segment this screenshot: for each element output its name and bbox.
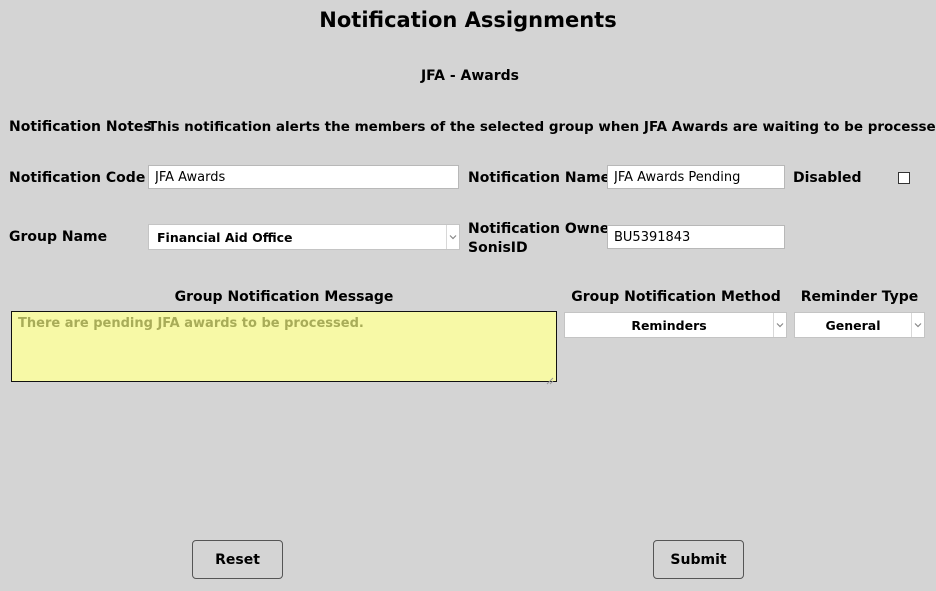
group-name-selected: Financial Aid Office <box>157 229 293 245</box>
reminder-type-selected: General <box>825 317 881 333</box>
group-notification-message-label: Group Notification Message <box>174 289 394 305</box>
chevron-down-icon <box>773 313 786 337</box>
chevron-down-icon <box>446 225 459 249</box>
reminder-type-select[interactable]: General <box>794 312 925 338</box>
chevron-down-icon <box>911 313 924 337</box>
resize-grip-icon[interactable] <box>546 370 554 385</box>
group-notification-method-selected: Reminders <box>631 317 707 333</box>
notification-name-label: Notification Name <box>468 170 611 186</box>
notification-code-field[interactable] <box>148 165 459 189</box>
notification-owner-label-line2: SonisID <box>468 240 528 256</box>
disabled-checkbox[interactable] <box>898 172 910 184</box>
group-notification-method-select[interactable]: Reminders <box>564 312 787 338</box>
disabled-label: Disabled <box>793 170 862 186</box>
page-subtitle: JFA - Awards <box>420 68 520 84</box>
submit-button[interactable]: Submit <box>653 540 744 579</box>
notification-name-field[interactable] <box>607 165 785 189</box>
notification-notes-text: This notification alerts the members of … <box>148 119 936 135</box>
reminder-type-label: Reminder Type <box>800 289 919 305</box>
notification-owner-label-line1: Notification Owner <box>468 221 617 237</box>
notification-notes-label: Notification Notes <box>9 119 152 135</box>
page-title: Notification Assignments <box>319 8 617 32</box>
notification-code-label: Notification Code <box>9 170 146 186</box>
notification-owner-label: Notification Owner SonisID <box>468 220 616 258</box>
reset-button[interactable]: Reset <box>192 540 283 579</box>
group-notification-method-label: Group Notification Method <box>571 289 781 305</box>
group-notification-message-field[interactable]: There are pending JFA awards to be proce… <box>11 311 557 382</box>
group-name-select[interactable]: Financial Aid Office <box>148 224 460 250</box>
group-name-label: Group Name <box>9 229 108 245</box>
notification-owner-field[interactable] <box>607 225 785 249</box>
